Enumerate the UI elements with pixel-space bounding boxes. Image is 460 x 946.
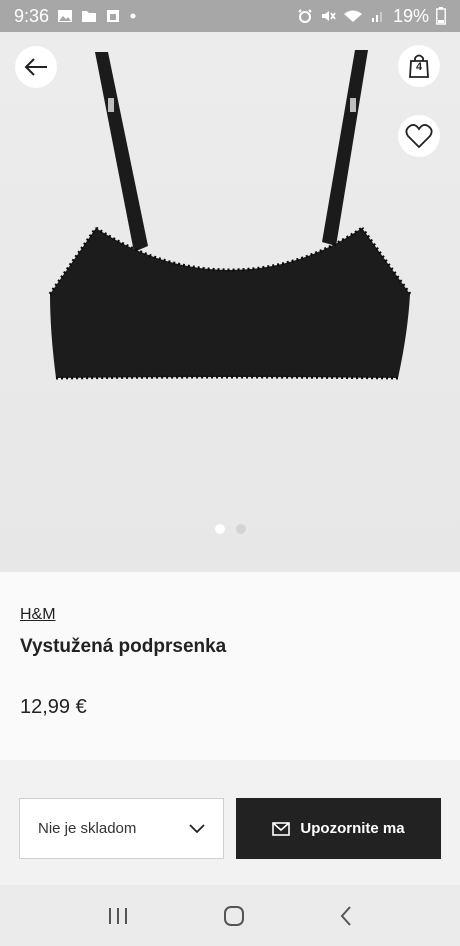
heart-icon [405, 123, 433, 148]
signal-icon [371, 12, 382, 22]
notification-dot-icon [130, 13, 136, 19]
calendar-icon [107, 10, 120, 22]
battery-percent: 19% [392, 5, 429, 26]
product-price: 12,99 € [20, 696, 87, 718]
size-select[interactable]: Nie je skladom [19, 798, 224, 859]
status-time: 9:36 [14, 5, 50, 26]
notify-me-button[interactable]: Upozornite ma [236, 798, 441, 859]
alarm-icon [298, 9, 312, 23]
brand-link[interactable]: H&M [20, 606, 56, 624]
mute-icon [321, 11, 336, 21]
purchase-actions: Nie je skladom Upozornite ma [0, 760, 460, 885]
favorite-button[interactable] [398, 115, 440, 157]
carousel-indicator [0, 524, 460, 534]
product-info: H&M Vystužená podprsenka 12,99 € [0, 572, 460, 760]
envelope-icon [272, 821, 291, 836]
arrow-left-icon [24, 58, 47, 76]
system-navigation-bar [0, 885, 460, 946]
product-image-carousel[interactable]: 4 [0, 32, 460, 572]
wifi-icon [343, 10, 362, 22]
carousel-dot-active[interactable] [214, 524, 225, 534]
gallery-icon [58, 10, 73, 22]
notify-me-label: Upozornite ma [300, 820, 405, 837]
bra-product-image [48, 50, 412, 380]
bag-count-badge: 4 [415, 61, 423, 73]
chevron-down-icon [189, 823, 205, 833]
folder-icon [82, 11, 97, 22]
size-select-value: Nie je skladom [38, 820, 137, 837]
back-button[interactable] [15, 46, 57, 88]
carousel-dot[interactable] [235, 524, 246, 534]
recent-apps-icon[interactable] [107, 906, 129, 926]
home-icon[interactable] [223, 905, 245, 927]
shopping-bag-button[interactable]: 4 [398, 45, 440, 87]
status-bar: 9:36 19% [0, 0, 460, 32]
product-title: Vystužená podprsenka [20, 636, 227, 657]
back-nav-icon[interactable] [339, 905, 353, 927]
battery-icon [436, 7, 446, 25]
